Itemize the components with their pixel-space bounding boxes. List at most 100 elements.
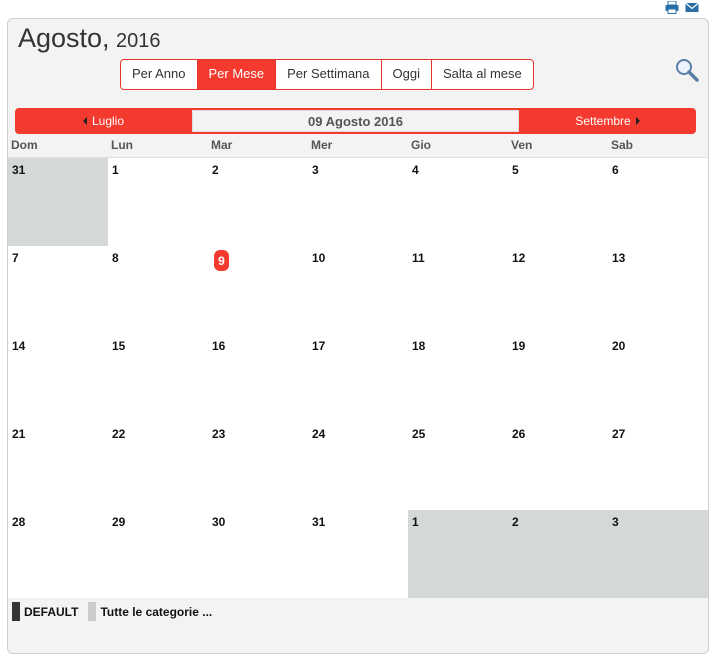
legend-label: DEFAULT [24, 604, 79, 619]
per-mese-button[interactable]: Per Mese [196, 60, 276, 89]
day-number: 2 [512, 515, 519, 529]
day-number: 18 [412, 339, 426, 353]
day-number: 16 [212, 339, 226, 353]
legend-label: Tutte le categorie ... [100, 604, 213, 619]
day-cell[interactable]: 31 [308, 510, 408, 598]
view-switcher: Per Anno Per Mese Per Settimana Oggi Sal… [120, 59, 534, 90]
day-cell[interactable]: 12 [508, 246, 608, 334]
day-cell[interactable]: 25 [408, 422, 508, 510]
day-number: 31 [312, 515, 326, 529]
day-number: 15 [112, 339, 126, 353]
next-month-button[interactable]: Settembre [519, 108, 696, 134]
day-cell[interactable]: 10 [308, 246, 408, 334]
day-cell[interactable]: 2 [208, 158, 308, 246]
calendar-grid: 31 1 2 3 4 5 6 7 8 9 10 11 12 13 14 15 16 17 18 19 20 21 22 23 2… [8, 157, 708, 598]
day-number: 7 [12, 251, 19, 265]
day-cell[interactable]: 3 [308, 158, 408, 246]
day-cell[interactable]: 28 [8, 510, 108, 598]
day-cell[interactable]: 11 [408, 246, 508, 334]
weekday-header: Dom Lun Mar Mer Gio Ven Sab [8, 137, 708, 157]
weekday-label: Dom [11, 138, 38, 152]
chevron-right-icon [635, 117, 640, 125]
category-swatch [12, 602, 20, 621]
day-number: 3 [312, 163, 319, 177]
day-number: 19 [512, 339, 526, 353]
category-swatch [88, 602, 97, 621]
day-number: 25 [412, 427, 426, 441]
weekday-label: Gio [411, 138, 431, 152]
day-cell[interactable]: 1 [108, 158, 208, 246]
next-month-label: Settembre [575, 114, 631, 128]
day-cell[interactable]: 3 [608, 510, 708, 598]
oggi-button[interactable]: Oggi [380, 60, 431, 89]
today-day-number: 9 [214, 250, 229, 271]
day-cell[interactable]: 30 [208, 510, 308, 598]
day-number: 17 [312, 339, 326, 353]
day-cell[interactable]: 13 [608, 246, 708, 334]
day-cell[interactable]: 7 [8, 246, 108, 334]
day-cell[interactable]: 22 [108, 422, 208, 510]
day-number: 1 [412, 515, 419, 529]
day-cell[interactable]: 9 [208, 246, 308, 334]
per-settimana-button[interactable]: Per Settimana [275, 60, 380, 89]
day-cell[interactable]: 21 [8, 422, 108, 510]
per-anno-button[interactable]: Per Anno [121, 60, 197, 89]
day-cell[interactable]: 1 [408, 510, 508, 598]
day-number: 14 [12, 339, 26, 353]
weekday-label: Mar [211, 138, 233, 152]
current-date: 09 Agosto 2016 [192, 110, 519, 132]
day-number: 2 [212, 163, 219, 177]
print-icon[interactable] [665, 0, 679, 14]
day-cell[interactable]: 15 [108, 334, 208, 422]
day-number: 23 [212, 427, 226, 441]
day-cell[interactable]: 26 [508, 422, 608, 510]
day-number: 28 [12, 515, 26, 529]
day-number: 12 [512, 251, 526, 265]
day-cell[interactable]: 27 [608, 422, 708, 510]
day-cell[interactable]: 5 [508, 158, 608, 246]
weekday-label: Sab [611, 138, 634, 152]
day-number: 30 [212, 515, 226, 529]
month-title: Agosto, [18, 23, 110, 53]
day-number: 5 [512, 163, 519, 177]
calendar-card: Agosto, 2016 Per Anno Per Mese Per Setti… [7, 18, 709, 654]
year-title: 2016 [116, 30, 161, 52]
category-legend: DEFAULT Tutte le categorie ... [12, 602, 212, 621]
legend-item-default[interactable]: DEFAULT [12, 602, 78, 621]
day-cell[interactable]: 18 [408, 334, 508, 422]
weekday-label: Ven [511, 138, 533, 152]
day-number: 22 [112, 427, 126, 441]
day-cell[interactable]: 6 [608, 158, 708, 246]
salta-al-mese-button[interactable]: Salta al mese [430, 60, 533, 89]
day-cell[interactable]: 16 [208, 334, 308, 422]
day-number: 26 [512, 427, 526, 441]
day-number: 1 [112, 163, 119, 177]
day-number: 21 [12, 427, 26, 441]
day-number: 29 [112, 515, 126, 529]
day-number: 13 [612, 251, 626, 265]
day-cell[interactable]: 17 [308, 334, 408, 422]
day-cell[interactable]: 31 [8, 158, 108, 246]
day-cell[interactable]: 2 [508, 510, 608, 598]
search-icon[interactable] [674, 57, 700, 83]
prev-month-button[interactable]: Luglio [15, 108, 192, 134]
day-cell[interactable]: 8 [108, 246, 208, 334]
day-number: 31 [12, 163, 26, 177]
legend-item-all-categories[interactable]: Tutte le categorie ... [88, 602, 212, 621]
prev-month-label: Luglio [91, 114, 125, 128]
day-number: 10 [312, 251, 326, 265]
email-icon[interactable] [685, 1, 699, 14]
day-cell[interactable]: 4 [408, 158, 508, 246]
top-icons [665, 0, 699, 14]
day-number: 3 [612, 515, 619, 529]
day-cell[interactable]: 23 [208, 422, 308, 510]
page-title: Agosto, 2016 [18, 23, 161, 54]
day-cell[interactable]: 29 [108, 510, 208, 598]
day-cell[interactable]: 14 [8, 334, 108, 422]
day-cell[interactable]: 20 [608, 334, 708, 422]
day-number: 24 [312, 427, 326, 441]
day-cell[interactable]: 24 [308, 422, 408, 510]
weekday-label: Lun [111, 138, 133, 152]
day-cell[interactable]: 19 [508, 334, 608, 422]
month-navigation: Luglio 09 Agosto 2016 Settembre [15, 108, 696, 134]
